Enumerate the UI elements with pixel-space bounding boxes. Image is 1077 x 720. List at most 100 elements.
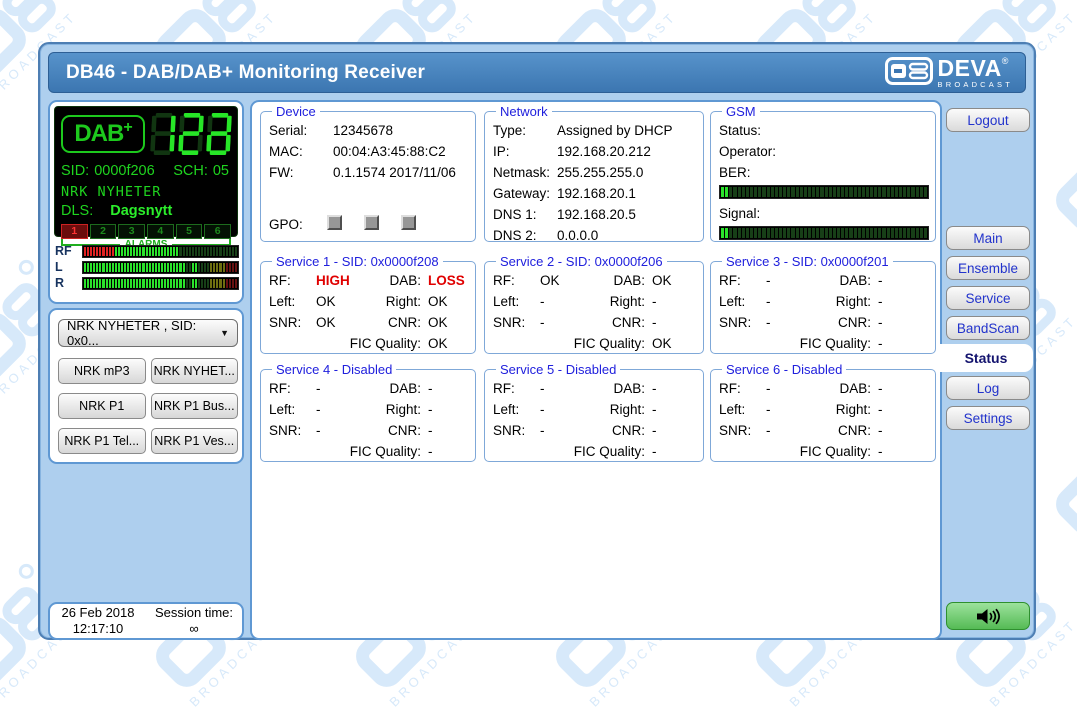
logout-button[interactable]: Logout bbox=[946, 108, 1030, 132]
info-row: IP:192.168.20.212 bbox=[493, 141, 697, 162]
nav-button-bandscan[interactable]: BandScan bbox=[946, 316, 1030, 340]
field-label: CNR: bbox=[367, 420, 421, 441]
field-value: - bbox=[421, 420, 469, 441]
brand-subtitle: BROADCAST bbox=[938, 81, 1013, 89]
rf-meter: RF bbox=[55, 243, 239, 259]
sch-value: 05 bbox=[213, 163, 229, 179]
nav-button-ensemble[interactable]: Ensemble bbox=[946, 256, 1030, 280]
level-meters: RFLR bbox=[55, 243, 239, 291]
nav-button-log[interactable]: Log bbox=[946, 376, 1030, 400]
meter-label: RF bbox=[55, 244, 82, 258]
station-select-dropdown[interactable]: NRK NYHETER , SID: 0x0... ▼ bbox=[58, 319, 238, 347]
field-label: DAB: bbox=[591, 378, 645, 399]
field-value: - bbox=[871, 399, 929, 420]
field-label: FIC Quality: bbox=[719, 333, 871, 354]
field-label: FIC Quality: bbox=[493, 441, 645, 462]
field-label: FIC Quality: bbox=[269, 441, 421, 462]
field-value: - bbox=[759, 399, 817, 420]
seven-segment-digit bbox=[178, 113, 204, 155]
field-value: OK bbox=[421, 312, 469, 333]
status-content-panel: Device Serial:12345678MAC:00:04:A3:45:88… bbox=[250, 100, 942, 640]
field-value: - bbox=[645, 441, 697, 462]
field-value: OK bbox=[309, 312, 367, 333]
field-value: - bbox=[871, 270, 929, 291]
field-value: 192.168.20.1 bbox=[557, 183, 636, 204]
deva-watermark-logo: BROADCAST bbox=[1030, 94, 1077, 264]
field-value: OK bbox=[309, 291, 367, 312]
field-label: Right: bbox=[817, 399, 871, 420]
gsm-status-label: Status: bbox=[719, 120, 761, 141]
tab-status[interactable]: Status bbox=[939, 344, 1033, 372]
preset-button[interactable]: NRK mP3 bbox=[58, 358, 146, 384]
field-value: - bbox=[421, 441, 469, 462]
gsm-signal-meter bbox=[719, 226, 929, 240]
field-value: - bbox=[309, 399, 367, 420]
alarm-cell-1: 1 bbox=[61, 224, 88, 239]
field-value: - bbox=[759, 420, 817, 441]
session-value: ∞ bbox=[146, 621, 242, 637]
field-value: - bbox=[645, 312, 697, 333]
service-legend: Service 1 - SID: 0x0000f208 bbox=[272, 254, 443, 269]
gpo-indicator bbox=[364, 215, 379, 230]
field-label: Right: bbox=[591, 399, 645, 420]
field-value: - bbox=[759, 312, 817, 333]
field-label: RF: bbox=[269, 270, 309, 291]
device-fieldset: Device Serial:12345678MAC:00:04:A3:45:88… bbox=[260, 104, 476, 242]
lcd-display: DAB+ SID:0000f206 SCH:05 NRK NYHETER DLS… bbox=[54, 106, 238, 237]
brand-name: DEVA bbox=[938, 55, 1002, 81]
field-label: DAB: bbox=[591, 270, 645, 291]
preset-button[interactable]: NRK P1 bbox=[58, 393, 146, 419]
field-label: SNR: bbox=[719, 420, 759, 441]
presets-panel: NRK NYHETER , SID: 0x0... ▼ NRK mP3NRK N… bbox=[48, 308, 244, 464]
field-label: Type: bbox=[493, 120, 557, 141]
sch-label: SCH: bbox=[173, 163, 208, 179]
service-panel-5: Service 5 - DisabledRF:-DAB:-Left:-Right… bbox=[484, 362, 704, 462]
field-label: Left: bbox=[493, 291, 533, 312]
field-value: - bbox=[533, 378, 591, 399]
nav-button-main[interactable]: Main bbox=[946, 226, 1030, 250]
preset-button[interactable]: NRK P1 Tel... bbox=[58, 428, 146, 454]
station-select-value: NRK NYHETER , SID: 0x0... bbox=[67, 318, 220, 348]
preset-button[interactable]: NRK P1 Bus... bbox=[151, 393, 239, 419]
field-value: 192.168.20.5 bbox=[557, 204, 636, 225]
preset-button[interactable]: NRK NYHET... bbox=[151, 358, 239, 384]
listen-audio-button[interactable] bbox=[946, 602, 1030, 630]
field-value: - bbox=[421, 399, 469, 420]
nav-button-service[interactable]: Service bbox=[946, 286, 1030, 310]
field-value: OK bbox=[645, 333, 697, 354]
field-label: FIC Quality: bbox=[269, 333, 421, 354]
field-label: DAB: bbox=[367, 270, 421, 291]
app-window: DB46 - DAB/DAB+ Monitoring Receiver DEVA… bbox=[38, 42, 1036, 640]
field-value: - bbox=[871, 441, 929, 462]
field-value: - bbox=[533, 420, 591, 441]
dab-plus-logo: DAB+ bbox=[61, 115, 145, 153]
date-value: 26 Feb 2018 bbox=[50, 605, 146, 621]
seven-segment-digit bbox=[206, 113, 232, 155]
gpo-indicator bbox=[401, 215, 416, 230]
field-label: Right: bbox=[591, 291, 645, 312]
service-legend: Service 3 - SID: 0x0000f201 bbox=[722, 254, 893, 269]
service-panel-2: Service 2 - SID: 0x0000f206RF:OKDAB:OKLe… bbox=[484, 254, 704, 354]
gpo-label: GPO: bbox=[269, 217, 327, 232]
field-label: Left: bbox=[269, 399, 309, 420]
field-value: - bbox=[533, 291, 591, 312]
nav-button-settings[interactable]: Settings bbox=[946, 406, 1030, 430]
meter-bar bbox=[82, 277, 239, 290]
header-bar: DB46 - DAB/DAB+ Monitoring Receiver DEVA… bbox=[48, 52, 1026, 93]
field-label: DAB: bbox=[817, 378, 871, 399]
service-panel-1: Service 1 - SID: 0x0000f208RF:HIGHDAB:LO… bbox=[260, 254, 476, 354]
field-value: 00:04:A3:45:88:C2 bbox=[333, 141, 446, 162]
chevron-down-icon: ▼ bbox=[220, 328, 229, 338]
gpo-row: GPO: bbox=[269, 215, 438, 233]
field-label: Left: bbox=[269, 291, 309, 312]
l-meter: L bbox=[55, 259, 239, 275]
field-label: CNR: bbox=[591, 420, 645, 441]
field-label: DAB: bbox=[817, 270, 871, 291]
field-value: - bbox=[645, 291, 697, 312]
datetime-panel: 26 Feb 2018 12:17:10 Session time: ∞ bbox=[48, 602, 244, 640]
field-value: OK bbox=[421, 291, 469, 312]
preset-button[interactable]: NRK P1 Ves... bbox=[151, 428, 239, 454]
field-label: CNR: bbox=[591, 312, 645, 333]
field-value: - bbox=[871, 291, 929, 312]
service-legend: Service 2 - SID: 0x0000f206 bbox=[496, 254, 667, 269]
